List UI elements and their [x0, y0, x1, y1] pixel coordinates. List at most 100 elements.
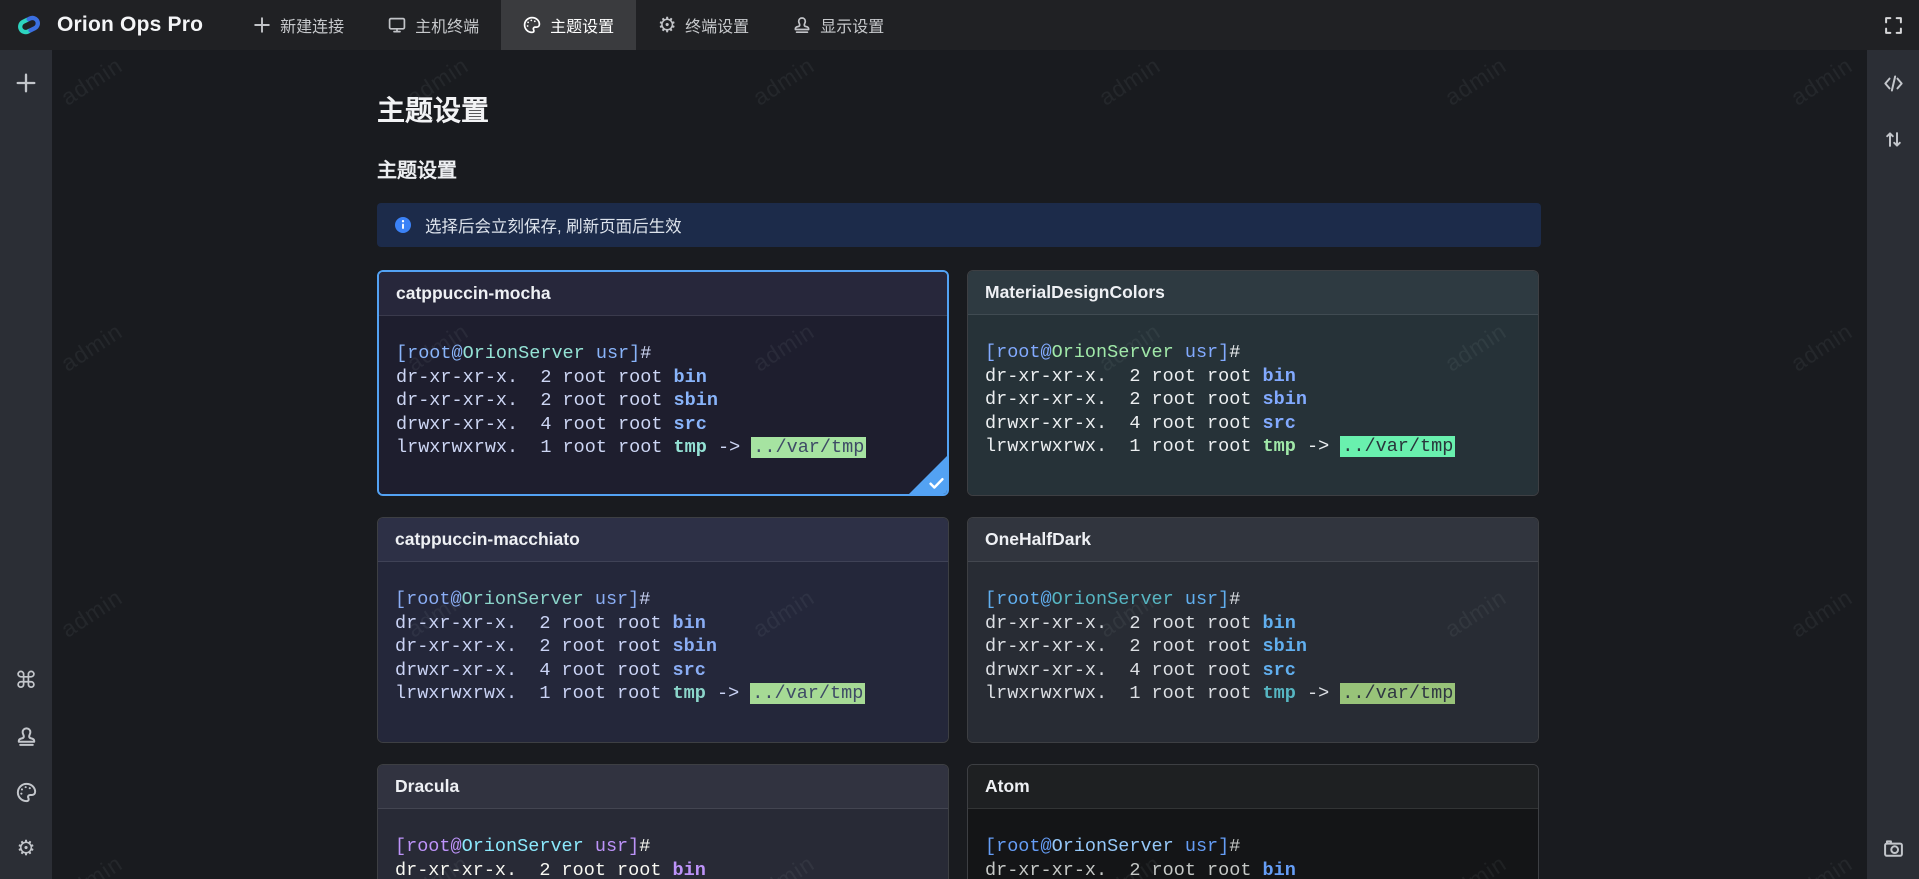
theme-name: MaterialDesignColors: [985, 282, 1165, 303]
tab-theme-settings[interactable]: 主题设置: [501, 0, 636, 50]
theme-card-Atom[interactable]: Atom [root@OrionServer usr]#dr-xr-xr-x. 2…: [967, 764, 1539, 879]
plus-icon: [253, 16, 271, 34]
theme-card-header: OneHalfDark: [968, 518, 1538, 562]
stamp-icon: [16, 726, 37, 747]
right-sidebar: [1867, 50, 1919, 879]
terminal-line: drwxr-xr-x. 4 root root src: [985, 659, 1521, 683]
display-settings-button[interactable]: [13, 723, 39, 749]
camera-icon: [1883, 838, 1904, 859]
right-sidebar-top: [1880, 70, 1906, 152]
watermark-text: admin: [56, 318, 127, 377]
theme-card-MaterialDesignColors[interactable]: MaterialDesignColors [root@OrionServer us…: [967, 270, 1539, 496]
topbar-tabs: 新建连接 主机终端 主题设置 ⚙ 终端设置 显示设置: [231, 0, 906, 50]
palette-icon: [16, 782, 37, 803]
file-transfer-button[interactable]: [1880, 126, 1906, 152]
terminal-line: dr-xr-xr-x. 2 root root bin: [985, 612, 1521, 636]
watermark-text: admin: [56, 584, 127, 643]
terminal-line: dr-xr-xr-x. 2 root root bin: [395, 612, 931, 636]
theme-card-catppuccin-mocha[interactable]: catppuccin-mocha[root@OrionServer usr]#d…: [377, 270, 949, 496]
tab-label: 主机终端: [415, 13, 479, 37]
left-sidebar-bottom: ⌘⚙: [13, 667, 39, 861]
page-title: 主题设置: [377, 94, 1541, 128]
terminal-prompt-line: [root@OrionServer usr]#: [395, 835, 931, 859]
terminal-line: dr-xr-xr-x. 2 root root bin: [395, 859, 931, 879]
new-connection-button[interactable]: [13, 70, 39, 96]
theme-card-Dracula[interactable]: Dracula [root@OrionServer usr]#dr-xr-xr-x…: [377, 764, 949, 879]
terminal-line: dr-xr-xr-x. 2 root root sbin: [985, 388, 1521, 412]
theme-preview-terminal: [root@OrionServer usr]#dr-xr-xr-x. 2 roo…: [378, 562, 948, 743]
terminal-prompt-line: [root@OrionServer usr]#: [396, 342, 930, 366]
theme-name: catppuccin-macchiato: [395, 529, 580, 550]
plus-icon: [15, 72, 37, 94]
theme-name: Atom: [985, 776, 1030, 797]
theme-settings-button[interactable]: [13, 779, 39, 805]
theme-card-header: catppuccin-mocha: [379, 272, 947, 316]
terminal-line: dr-xr-xr-x. 2 root root bin: [985, 859, 1521, 879]
terminal-line: drwxr-xr-x. 4 root root src: [985, 412, 1521, 436]
app-title: Orion Ops Pro: [57, 13, 203, 37]
gear-icon: ⚙: [658, 16, 676, 34]
watermark-text: admin: [56, 52, 127, 111]
terminal-line: lrwxrwxrwx. 1 root root tmp -> ../var/tm…: [396, 436, 930, 460]
tab-host-terminal[interactable]: 主机终端: [366, 0, 501, 50]
fullscreen-icon: [1884, 16, 1903, 35]
monitor-icon: [388, 16, 406, 34]
terminal-line: dr-xr-xr-x. 2 root root bin: [985, 365, 1521, 389]
left-sidebar: ⌘⚙: [0, 50, 52, 879]
command-snippets-button[interactable]: [1880, 70, 1906, 96]
app-brand: Orion Ops Pro: [0, 13, 217, 37]
tab-display-settings[interactable]: 显示设置: [771, 0, 906, 50]
terminal-line: drwxr-xr-x. 4 root root src: [396, 413, 930, 437]
terminal-line: lrwxrwxrwx. 1 root root tmp -> ../var/tm…: [985, 435, 1521, 459]
watermark-text: admin: [1786, 584, 1857, 643]
theme-card-header: MaterialDesignColors: [968, 271, 1538, 315]
watermark-text: admin: [56, 850, 127, 879]
theme-name: Dracula: [395, 776, 459, 797]
terminal-line: dr-xr-xr-x. 2 root root sbin: [395, 635, 931, 659]
tab-label: 终端设置: [685, 13, 749, 37]
shortcut-keys-button[interactable]: ⌘: [13, 667, 39, 693]
left-sidebar-top: [13, 70, 39, 96]
theme-preview-terminal: [root@OrionServer usr]#dr-xr-xr-x. 2 roo…: [379, 316, 947, 496]
terminal-prompt-line: [root@OrionServer usr]#: [395, 588, 931, 612]
terminal-settings-button[interactable]: ⚙: [13, 835, 39, 861]
terminal-prompt-line: [root@OrionServer usr]#: [985, 588, 1521, 612]
tab-new-connection[interactable]: 新建连接: [231, 0, 366, 50]
terminal-prompt-line: [root@OrionServer usr]#: [985, 835, 1521, 859]
check-icon: [929, 477, 944, 490]
topbar: Orion Ops Pro 新建连接 主机终端 主题设置 ⚙ 终端设置 显示设置: [0, 0, 1919, 50]
theme-card-catppuccin-macchiato[interactable]: catppuccin-macchiato [root@OrionServer us…: [377, 517, 949, 743]
main-panel: 主题设置 主题设置 选择后会立刻保存, 刷新页面后生效 catppuccin-m…: [52, 50, 1867, 879]
theme-name: catppuccin-mocha: [396, 283, 551, 304]
watermark-text: admin: [1786, 850, 1857, 879]
gear-icon: ⚙: [16, 838, 37, 859]
info-alert: 选择后会立刻保存, 刷新页面后生效: [377, 203, 1541, 247]
terminal-line: lrwxrwxrwx. 1 root root tmp -> ../var/tm…: [985, 682, 1521, 706]
swap-vertical-icon: [1883, 129, 1904, 150]
palette-icon: [523, 16, 541, 34]
section-title: 主题设置: [377, 158, 1541, 184]
tab-label: 显示设置: [820, 13, 884, 37]
theme-card-OneHalfDark[interactable]: OneHalfDark[root@OrionServer usr]#dr-xr-…: [967, 517, 1539, 743]
terminal-line: dr-xr-xr-x. 2 root root sbin: [985, 635, 1521, 659]
theme-grid: catppuccin-mocha[root@OrionServer usr]#d…: [377, 270, 1541, 879]
theme-card-header: Atom: [968, 765, 1538, 809]
theme-card-header: catppuccin-macchiato: [378, 518, 948, 562]
right-sidebar-bottom: [1880, 835, 1906, 861]
tab-terminal-settings[interactable]: ⚙ 终端设置: [636, 0, 771, 50]
watermark-text: admin: [1786, 318, 1857, 377]
terminal-line: drwxr-xr-x. 4 root root src: [395, 659, 931, 683]
alert-text: 选择后会立刻保存, 刷新页面后生效: [425, 213, 682, 237]
theme-name: OneHalfDark: [985, 529, 1091, 550]
theme-preview-terminal: [root@OrionServer usr]#dr-xr-xr-x. 2 roo…: [968, 315, 1538, 496]
theme-preview-terminal: [root@OrionServer usr]#dr-xr-xr-x. 2 roo…: [968, 809, 1538, 879]
screenshot-button[interactable]: [1880, 835, 1906, 861]
fullscreen-button[interactable]: [1880, 12, 1906, 38]
terminal-line: dr-xr-xr-x. 2 root root sbin: [396, 389, 930, 413]
terminal-prompt-line: [root@OrionServer usr]#: [985, 341, 1521, 365]
app-logo-icon: [12, 14, 46, 36]
terminal-line: dr-xr-xr-x. 2 root root bin: [396, 366, 930, 390]
info-icon: [394, 216, 412, 234]
theme-card-header: Dracula: [378, 765, 948, 809]
tab-label: 主题设置: [550, 13, 614, 37]
